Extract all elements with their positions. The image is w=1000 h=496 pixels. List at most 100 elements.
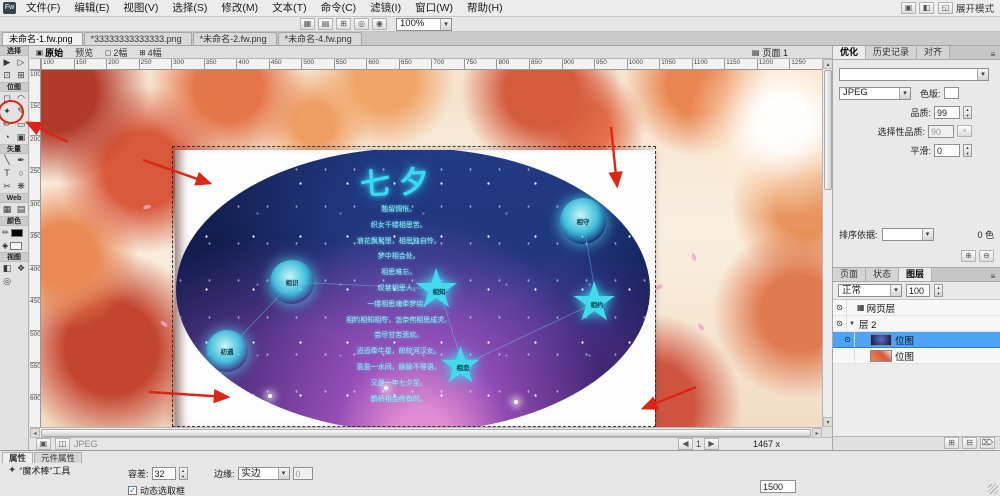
tool-rubber-stamp[interactable]: ▣	[14, 131, 28, 144]
scroll-left-arrow[interactable]: ◂	[30, 427, 40, 438]
quality-stepper[interactable]: ▴ ▾	[963, 105, 972, 119]
tool-lasso[interactable]: ◠	[14, 92, 28, 105]
layer-row[interactable]: ⊙ ▦ 网页层	[833, 300, 1000, 316]
view-mode-tab[interactable]: ◻ 2幅	[99, 46, 133, 58]
tool[interactable]: 矢量	[0, 144, 28, 154]
tool-subselection[interactable]: ▷	[14, 56, 28, 69]
tool-magic-wand[interactable]: ✦	[0, 105, 14, 118]
tool-hotspot[interactable]: ▦	[0, 203, 14, 216]
add-swatch-icon[interactable]: ⊕	[961, 250, 976, 262]
view-mode-tab[interactable]: ⊞ 4幅	[133, 46, 167, 58]
expander-icon[interactable]: ▼	[847, 321, 857, 327]
pages-panel-icon[interactable]: ▦	[300, 18, 315, 30]
page-indicator[interactable]: ▤ 页面 1	[752, 46, 788, 59]
delete-swatch-icon[interactable]: ⊖	[979, 250, 994, 262]
tool-standard-screen[interactable]: ◧	[0, 262, 14, 275]
visibility-toggle[interactable]: ⊙	[841, 332, 855, 347]
extended-mode-icon[interactable]: ▣	[900, 2, 916, 14]
panel-tab[interactable]: 图层	[899, 268, 933, 281]
visibility-toggle[interactable]: ⊙	[833, 316, 847, 331]
tool-hand[interactable]: ❖	[14, 262, 28, 275]
new-sublayer-icon[interactable]: ⊟	[962, 437, 977, 449]
live-marquee-checkbox[interactable]: ✓	[128, 486, 137, 495]
tool-pointer[interactable]: ▶	[0, 56, 14, 69]
previous-page-icon[interactable]: ◀	[677, 438, 693, 450]
menu-item[interactable]: 文件(F)	[19, 0, 67, 16]
visibility-toggle[interactable]: ⊙	[841, 348, 855, 363]
tool-slice[interactable]: ▤	[14, 203, 28, 216]
horizontal-scroll-thumb[interactable]	[41, 428, 811, 437]
vertical-scroll-thumb[interactable]	[824, 70, 832, 190]
sort-by-select[interactable]: ▾	[881, 228, 934, 241]
visibility-toggle[interactable]: ⊙	[833, 300, 847, 315]
menu-item[interactable]: 帮助(H)	[460, 0, 510, 16]
edge-select[interactable]: 实边 ▾	[237, 467, 290, 480]
resize-grip[interactable]	[988, 484, 998, 494]
smoothing-input[interactable]: 0	[934, 143, 960, 157]
screen-mode-icon[interactable]: ◧	[918, 2, 934, 14]
zoom-in-icon[interactable]: ◉	[372, 18, 387, 30]
tool[interactable]: Web	[0, 193, 28, 203]
smoothing-stepper[interactable]: ▴ ▾	[963, 143, 972, 157]
canvas[interactable]: 七夕 独留惆怅。 织女千缕相思苦。 浪花飘絮堕，相思独自怜。 梦中相会处。 相思难忘。叹…	[41, 70, 822, 427]
menu-item[interactable]: 文本(T)	[265, 0, 313, 16]
live-marquee-field[interactable]: ✓ 动态选取框	[128, 484, 185, 496]
zoom-out-icon[interactable]: ◎	[354, 18, 369, 30]
menu-item[interactable]: 修改(M)	[214, 0, 265, 16]
tool-brush[interactable]: ✎	[14, 105, 28, 118]
fill-color-well[interactable]	[10, 241, 23, 250]
view-mode-tab[interactable]: 预览	[69, 46, 99, 58]
tool-zoom[interactable]: ◎	[0, 275, 14, 288]
opacity-stepper[interactable]: ▴ ▾	[934, 284, 943, 297]
panel-tab[interactable]: 对齐	[917, 46, 951, 59]
scroll-right-arrow[interactable]: ▸	[812, 427, 822, 438]
tool-blur[interactable]: ◔	[0, 131, 14, 144]
panel-tab[interactable]: 历史记录	[866, 46, 918, 59]
tool-line[interactable]: ╲	[0, 154, 14, 167]
tool-text[interactable]: T	[0, 167, 14, 180]
layer-row[interactable]: ⊙ 位图	[833, 348, 1000, 364]
panel-menu-icon[interactable]: ≡	[986, 272, 1000, 281]
quality-input[interactable]: 99	[934, 105, 960, 119]
menu-item[interactable]: 窗口(W)	[408, 0, 460, 16]
document-tab[interactable]: *未命名-4.fw.png	[277, 32, 362, 45]
tool[interactable]: 位图	[0, 82, 28, 92]
fill-color-row[interactable]: ◈	[0, 239, 28, 252]
panel-menu-icon[interactable]: ≡	[986, 50, 1000, 59]
workspace-switcher[interactable]: ◱ 展开模式	[937, 1, 994, 15]
selective-quality-options-icon[interactable]: ▫	[957, 125, 972, 137]
properties-tab[interactable]: 属性	[2, 452, 34, 463]
menu-item[interactable]: 滤镜(I)	[363, 0, 408, 16]
delete-layer-icon[interactable]: ⌦	[980, 437, 995, 449]
blend-mode-select[interactable]: 正常 ▾	[838, 284, 902, 297]
menu-item[interactable]: 选择(S)	[165, 0, 214, 16]
matte-color-chip[interactable]	[943, 87, 959, 99]
selective-quality-input[interactable]: 90	[928, 124, 954, 138]
menu-item[interactable]: 视图(V)	[116, 0, 165, 16]
tool-crop[interactable]: ⊞	[14, 69, 28, 82]
document-tab[interactable]: *33333333333333.png	[83, 32, 192, 45]
bitmap-object[interactable]: 七夕 独留惆怅。 织女千缕相思苦。 浪花飘絮堕，相思独自怜。 梦中相会处。 相思难忘。叹…	[175, 150, 655, 427]
tool[interactable]: 选择	[0, 46, 28, 56]
tool-marquee[interactable]: ◻	[0, 92, 14, 105]
document-tab[interactable]: *未命名-2.fw.png	[192, 32, 277, 45]
tool-scale[interactable]: ⊡	[0, 69, 14, 82]
layer-row[interactable]: ⊙ ▼ 层 2	[833, 316, 1000, 332]
new-layer-icon[interactable]: ⊞	[944, 437, 959, 449]
menu-item[interactable]: 命令(C)	[314, 0, 364, 16]
layout-icon[interactable]: ▤	[318, 18, 333, 30]
properties-tab[interactable]: 元件属性	[34, 452, 83, 463]
edge-amount-input[interactable]: 0	[292, 467, 313, 480]
panel-tab[interactable]: 优化	[833, 46, 867, 59]
tool-knife[interactable]: ✂	[0, 180, 14, 193]
format-select[interactable]: JPEG ▾	[839, 86, 911, 100]
height-input[interactable]: 1500	[760, 480, 796, 493]
next-page-icon[interactable]: ▶	[703, 438, 719, 450]
export-preview-icon[interactable]: ◫	[55, 438, 70, 450]
tool-eraser[interactable]: ▭	[14, 118, 28, 131]
view-mode-tab[interactable]: ▣ 原始	[30, 46, 69, 58]
panel-tab[interactable]: 页面	[833, 268, 867, 281]
grid-icon[interactable]: ⊞	[336, 18, 351, 30]
layer-row[interactable]: ⊙ 位图	[833, 332, 1000, 348]
preset-select[interactable]: ▾	[839, 67, 989, 81]
